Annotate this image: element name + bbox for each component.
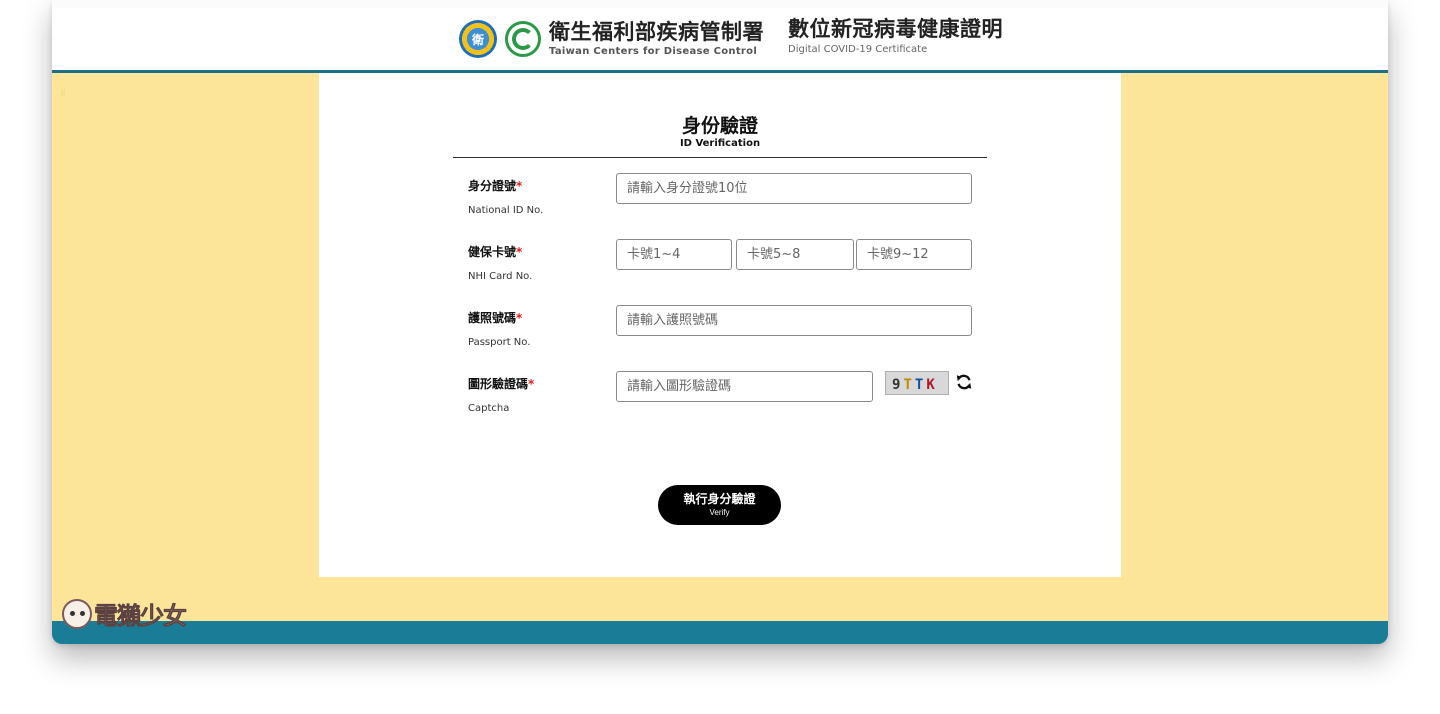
org-name: 衛生福利部疾病管制署 Taiwan Centers for Disease Co… [549,19,764,57]
nhi-card-label-text: 健保卡號 [468,245,517,259]
national-id-label: 身分證號* [468,177,522,194]
national-id-label-en: National ID No. [468,205,544,216]
nhi-card-input-3[interactable] [856,239,972,270]
national-id-row: 身分證號* National ID No. [453,173,987,219]
passport-label-en: Passport No. [468,337,531,348]
nhi-card-input-1[interactable] [616,239,732,270]
page-subtitle: ID Verification [679,138,761,149]
footer-bar [52,621,1388,644]
verification-card: 身份驗證 ID Verification 身分證號* National ID N… [319,73,1121,577]
required-mark: * [516,245,523,259]
captcha-row: 圖形驗證碼* Captcha 9 T T K [453,371,987,417]
verify-button-sublabel: Verify [709,507,730,517]
captcha-image: 9 T T K [885,371,949,395]
required-mark: * [516,311,523,325]
site-header: 衛 衛生福利部疾病管制署 Taiwan Centers for Disease … [52,8,1388,70]
captcha-char: K [926,377,938,393]
certificate-title: 數位新冠病毒健康證明 Digital COVID-19 Certificate [788,19,1003,55]
captcha-label: 圖形驗證碼* [468,375,534,392]
nhi-card-label: 健保卡號* [468,243,522,260]
captcha-label-en: Captcha [468,403,510,414]
passport-label-text: 護照號碼 [468,311,517,325]
captcha-input[interactable] [616,371,873,402]
certificate-title-cn: 數位新冠病毒健康證明 [788,17,1003,41]
nhi-card-label-en: NHI Card No. [468,271,533,282]
national-id-input[interactable] [616,173,972,204]
refresh-captcha-icon[interactable] [955,373,973,391]
org-name-cn: 衛生福利部疾病管制署 [549,19,764,44]
nhi-card-input-2[interactable] [736,239,854,270]
title-divider [453,157,987,158]
mascot-icon [62,598,92,629]
required-mark: * [528,377,535,391]
ministry-seal-icon: 衛 [459,20,497,58]
captcha-char: T [903,377,915,393]
passport-row: 護照號碼* Passport No. [453,305,987,351]
cdc-logo-icon [505,21,541,57]
org-name-en: Taiwan Centers for Disease Control [549,45,758,57]
required-mark: * [516,179,523,193]
captcha-char: T [914,377,927,393]
nhi-card-row: 健保卡號* NHI Card No. [453,239,987,285]
page-title: 身份驗證 [681,115,758,137]
captcha-char: 9 [892,377,904,393]
header-branding: 衛 衛生福利部疾病管制署 Taiwan Centers for Disease … [459,17,1003,61]
browser-window: 衛 衛生福利部疾病管制署 Taiwan Centers for Disease … [52,0,1388,644]
verify-button-label: 執行身分驗證 [683,492,756,507]
decorative-dots: ⠿ [60,89,67,98]
passport-label: 護照號碼* [468,309,522,326]
verify-button[interactable]: 執行身分驗證 Verify [658,485,781,525]
national-id-label-text: 身分證號 [468,179,517,193]
watermark-text: 電獺少女 [94,602,188,631]
passport-input[interactable] [616,305,972,336]
certificate-title-en: Digital COVID-19 Certificate [788,44,928,55]
watermark-logo: 電獺少女 [62,596,188,631]
page-background: ⠿ 身份驗證 ID Verification 身分證號* National ID… [52,73,1388,621]
captcha-label-text: 圖形驗證碼 [468,377,529,391]
